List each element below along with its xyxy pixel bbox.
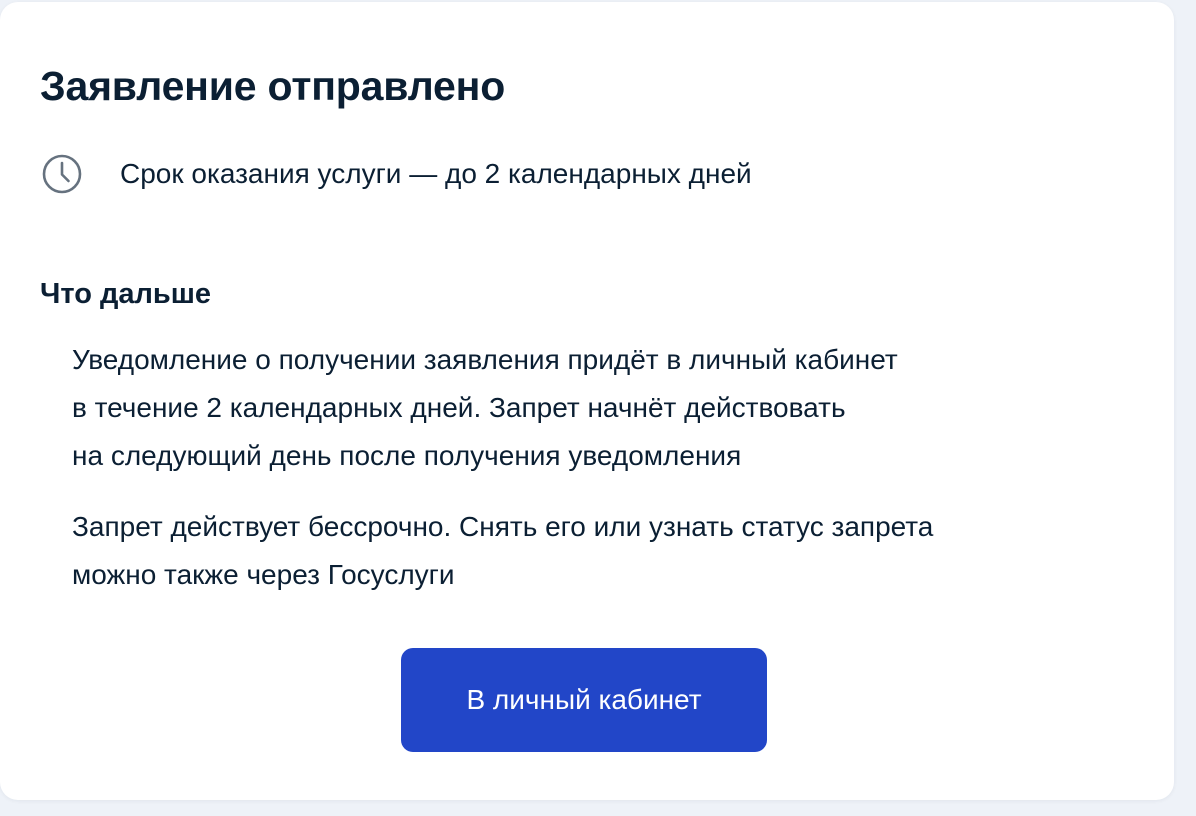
page-title: Заявление отправлено (40, 63, 506, 109)
clock-icon (40, 152, 84, 196)
paragraph-line: в течение 2 календарных дней. Запрет нач… (72, 392, 846, 423)
paragraph-line: можно также через Госуслуги (72, 559, 455, 590)
service-term-text: Срок оказания услуги — до 2 календарных … (120, 158, 752, 189)
application-sent-card: Заявление отправлено Срок оказания услуг… (0, 2, 1174, 800)
next-steps-heading: Что дальше (40, 278, 212, 310)
service-term-row: Срок оказания услуги — до 2 календарных … (40, 152, 752, 196)
ban-validity-paragraph: Запрет действует бессрочно. Снять его ил… (72, 503, 933, 599)
paragraph-line: Запрет действует бессрочно. Снять его ил… (72, 511, 934, 542)
notification-paragraph: Уведомление о получении заявления придёт… (72, 336, 898, 480)
go-to-cabinet-button[interactable]: В личный кабинет (401, 648, 767, 752)
paragraph-line: на следующий день после получения уведом… (72, 440, 742, 471)
paragraph-line: Уведомление о получении заявления придёт… (72, 344, 898, 375)
